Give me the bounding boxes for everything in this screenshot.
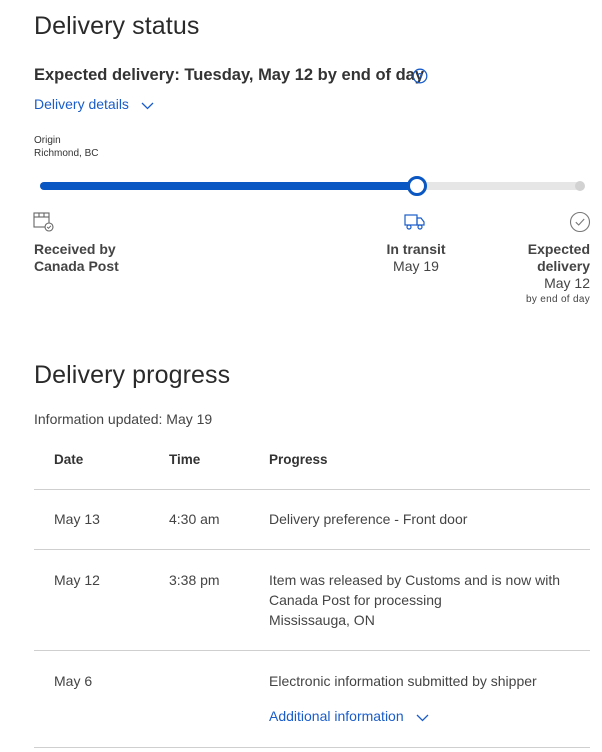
table-divider [34,650,590,651]
step-received-line1: Received by [34,241,116,257]
additional-information-toggle[interactable]: Additional information [269,708,429,725]
progress-fill [40,182,418,190]
row-date: May 6 [54,673,93,689]
step-in-transit: In transit May 19 [366,241,466,275]
step-expected-date: May 12 [544,275,590,291]
progress-end-marker [575,181,585,191]
step-in-transit-label: In transit [386,241,446,257]
additional-information-label: Additional information [269,708,404,724]
row-progress-line: Item was released by Customs and is now … [269,572,561,588]
row-date: May 12 [54,572,100,588]
origin-location: Richmond, BC [34,147,99,159]
table-divider [34,489,590,490]
help-icon[interactable]: ? [412,68,428,84]
row-time: 4:30 am [169,511,220,527]
step-expected-line1: Expected [527,241,590,257]
delivery-status-title: Delivery status [34,12,200,40]
row-progress-line: Canada Post for processing [269,592,442,608]
origin-label: Origin [34,135,61,146]
progress-current-marker [406,175,427,196]
delivery-details-label: Delivery details [34,96,129,112]
table-divider [34,549,590,550]
step-expected-line2: delivery [537,258,590,274]
check-circle-icon [569,211,591,238]
row-progress: Item was released by Customs and is now … [269,570,560,630]
expected-delivery-heading: Expected delivery: Tuesday, May 12 by en… [34,66,425,84]
table-divider [34,747,590,748]
step-expected: Expected delivery May 12 by end of day [526,241,590,305]
row-progress: Electronic information submitted by ship… [269,673,537,689]
step-in-transit-date: May 19 [393,258,439,274]
column-header-date: Date [54,452,84,467]
origin-info: Origin Richmond, BC [34,135,98,160]
delivery-details-toggle[interactable]: Delivery details [34,96,154,113]
row-progress: Delivery preference - Front door [269,511,468,527]
step-received: Received by Canada Post [34,241,119,275]
column-header-progress: Progress [269,452,328,467]
step-received-line2: Canada Post [34,258,119,274]
truck-icon [404,213,426,236]
row-time: 3:38 pm [169,572,220,588]
svg-text:?: ? [417,72,423,83]
column-header-time: Time [169,452,201,467]
delivery-progress-title: Delivery progress [34,361,231,389]
step-expected-note: by end of day [526,294,590,305]
package-received-icon [33,212,55,237]
information-updated: Information updated: May 19 [34,411,213,427]
row-date: May 13 [54,511,100,527]
chevron-down-icon [141,97,154,113]
row-progress-location: Mississauga, ON [269,612,375,628]
chevron-down-icon [416,709,429,725]
